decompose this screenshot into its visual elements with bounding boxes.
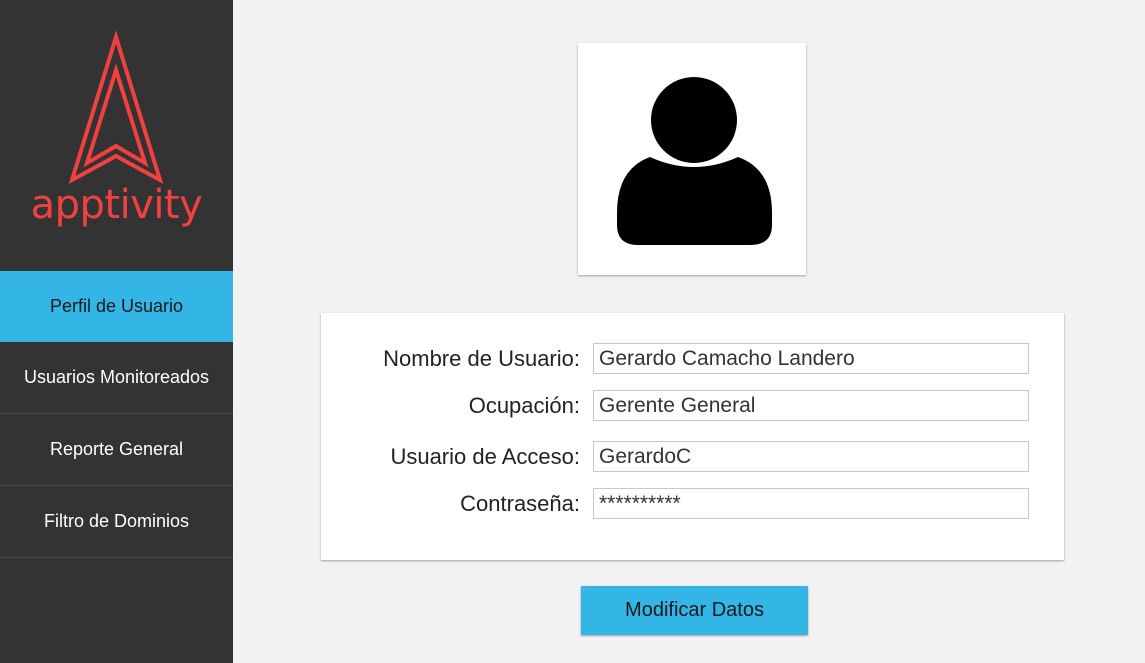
contrasena-label: Contraseña: [460,491,580,516]
usuario-acceso-field[interactable] [593,441,1029,472]
sidebar-item-reporte-general[interactable]: Reporte General [0,414,233,486]
modify-data-button[interactable]: Modificar Datos [581,586,808,635]
form-row-nombre: Nombre de Usuario: [321,343,1064,374]
form-row-contrasena: Contraseña: [321,488,1064,519]
nombre-field[interactable] [593,343,1029,374]
usuario-acceso-label: Usuario de Acceso: [390,444,580,469]
logo-arrow-icon [68,30,164,185]
profile-form: Nombre de Usuario: Ocupación: Usuario de… [321,313,1064,560]
sidebar-item-filtro-de-dominios[interactable]: Filtro de Dominios [0,486,233,558]
sidebar: apptivity Perfil de Usuario Usuarios Mon… [0,0,233,663]
form-row-ocupacion: Ocupación: [321,390,1064,421]
sidebar-item-usuarios-monitoreados[interactable]: Usuarios Monitoreados [0,342,233,414]
user-silhouette-icon [617,77,772,245]
avatar [578,43,806,275]
app-logo: apptivity [0,0,233,271]
contrasena-field[interactable] [593,488,1029,519]
ocupacion-field[interactable] [593,390,1029,421]
ocupacion-label: Ocupación: [468,393,580,418]
logo-text: apptivity [30,182,203,228]
sidebar-nav: Perfil de Usuario Usuarios Monitoreados … [0,271,233,558]
sidebar-item-perfil-de-usuario[interactable]: Perfil de Usuario [0,271,233,342]
nombre-label: Nombre de Usuario: [383,346,580,371]
form-row-usuario-acceso: Usuario de Acceso: [321,441,1064,472]
